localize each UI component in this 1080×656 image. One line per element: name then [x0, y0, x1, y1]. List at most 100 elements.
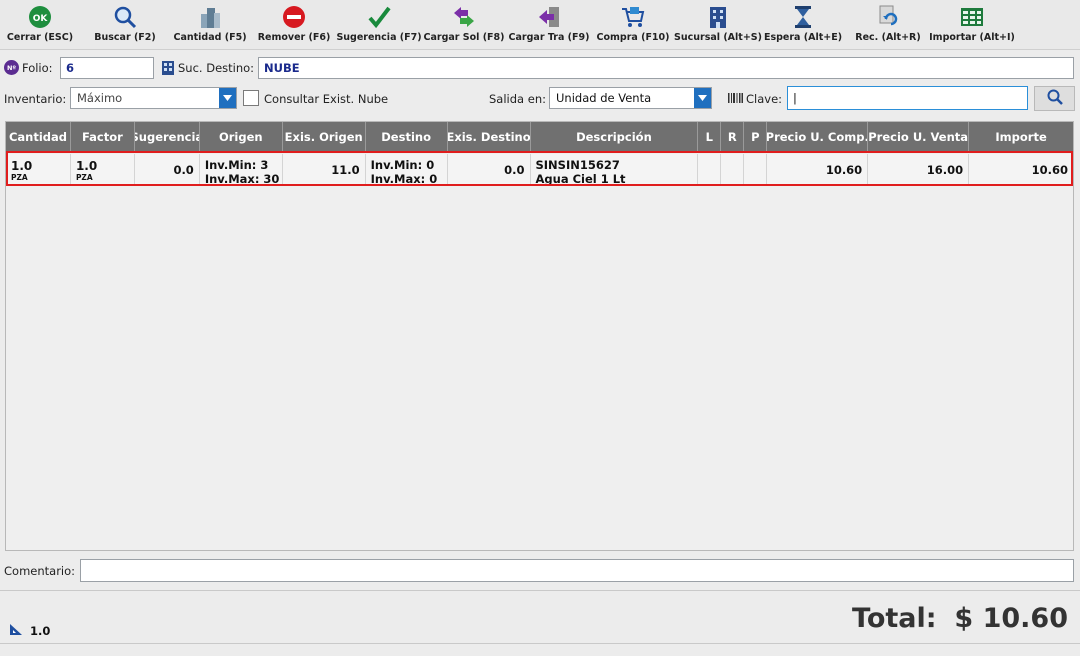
cell-exis-origen[interactable]: 11.0: [283, 154, 366, 186]
total-value: $ 10.60: [954, 603, 1068, 634]
barcode-icon: [728, 93, 743, 106]
cell-destino[interactable]: Inv.Min: 0 Inv.Max: 0: [366, 154, 448, 186]
ruler-triangle-icon: [9, 623, 23, 639]
chevron-down-icon[interactable]: [219, 88, 236, 108]
origen-min: Inv.Min: 3: [204, 158, 269, 172]
consultar-checkbox[interactable]: [243, 90, 259, 106]
branch-button-label: Sucursal (Alt+S): [674, 32, 762, 43]
cell-origen[interactable]: Inv.Min: 3 Inv.Max: 30: [200, 154, 283, 186]
clave-search-button[interactable]: [1034, 86, 1075, 111]
total-label: Total:: [852, 603, 937, 634]
check-icon: [366, 4, 392, 30]
search-button-label: Buscar (F2): [94, 32, 156, 43]
search-button[interactable]: Buscar (F2): [94, 4, 156, 48]
column-header[interactable]: Precio U. Venta: [868, 122, 970, 152]
search-icon: [112, 4, 138, 30]
item-count: 1.0: [30, 624, 51, 638]
table-header: Cantidad Factor Sugerencia Origen Exis. …: [6, 122, 1073, 152]
column-header[interactable]: Destino: [366, 122, 448, 152]
column-header[interactable]: Exis. Origen: [283, 122, 366, 152]
cell-exis-destino[interactable]: 0.0: [448, 154, 531, 186]
inventario-select-value: Máximo: [77, 91, 123, 105]
remove-button[interactable]: Remover (F6): [258, 4, 330, 48]
rec-button[interactable]: Rec. (Alt+R): [855, 4, 921, 48]
suc-destino-label: Suc. Destino:: [178, 61, 255, 75]
door-arrow-icon: [536, 4, 562, 30]
chevron-down-icon[interactable]: [694, 88, 711, 108]
destino-min: Inv.Min: 0: [370, 158, 435, 172]
consultar-label: Consultar Exist. Nube: [264, 92, 389, 106]
svg-text:OK: OK: [33, 14, 49, 24]
branch-small-icon: [161, 60, 175, 78]
table-row[interactable]: 1.0 PZA 1.0 PZA 0.0 Inv.Min: 3 Inv.Max: …: [6, 154, 1073, 186]
cell-sugerencia[interactable]: 0.0: [135, 154, 200, 186]
comentario-input[interactable]: [80, 559, 1074, 582]
buildings-icon: [197, 4, 223, 30]
folio-field[interactable]: 6: [60, 57, 154, 79]
building-icon: [705, 4, 731, 30]
cantidad-unit: PZA: [11, 173, 28, 182]
quantity-button-label: Cantidad (F5): [173, 32, 247, 43]
column-header[interactable]: L: [698, 122, 722, 152]
column-header[interactable]: Origen: [200, 122, 283, 152]
import-button[interactable]: Importar (Alt+I): [929, 4, 1015, 48]
load-tra-button[interactable]: Cargar Tra (F9): [508, 4, 590, 48]
close-button[interactable]: OK Cerrar (ESC): [6, 4, 74, 48]
quantity-button[interactable]: Cantidad (F5): [173, 4, 247, 48]
cell-factor[interactable]: 1.0 PZA: [71, 154, 135, 186]
factor-value: 1.0: [75, 159, 98, 173]
cell-descripcion[interactable]: SINSIN15627 Agua Ciel 1 Lt: [531, 154, 699, 186]
remove-icon: [281, 4, 307, 30]
rec-button-label: Rec. (Alt+R): [855, 32, 921, 43]
cell-r[interactable]: [721, 154, 745, 186]
cell-precio-comp[interactable]: 10.60: [767, 154, 869, 186]
clave-label: Clave:: [746, 92, 783, 106]
folio-label: Folio:: [22, 61, 53, 75]
salida-select-value: Unidad de Venta: [556, 91, 652, 105]
cell-l[interactable]: [698, 154, 722, 186]
product-description: Agua Ciel 1 Lt: [535, 172, 626, 186]
divider: [0, 643, 1080, 644]
cart-icon: [620, 4, 646, 30]
purchase-button-label: Compra (F10): [596, 32, 670, 43]
factor-unit: PZA: [75, 173, 93, 182]
folio-number-icon: Nº: [4, 60, 19, 75]
salida-select[interactable]: Unidad de Venta: [549, 87, 712, 109]
inventario-label: Inventario:: [4, 92, 67, 106]
column-header[interactable]: Precio U. Comp.: [767, 122, 869, 152]
column-header[interactable]: P: [744, 122, 768, 152]
divider: [0, 590, 1080, 591]
purchase-button[interactable]: Compra (F10): [596, 4, 670, 48]
suggestion-button[interactable]: Sugerencia (F7): [336, 4, 422, 48]
column-header[interactable]: Factor: [71, 122, 135, 152]
cell-cantidad[interactable]: 1.0 PZA: [6, 154, 71, 186]
cell-importe[interactable]: 10.60: [969, 154, 1073, 186]
wait-button-label: Espera (Alt+E): [763, 32, 843, 43]
wait-button[interactable]: Espera (Alt+E): [763, 4, 843, 48]
branch-button[interactable]: Sucursal (Alt+S): [674, 4, 762, 48]
product-code: SINSIN15627: [535, 158, 620, 172]
load-sol-button-label: Cargar Sol (F8): [423, 32, 505, 43]
remove-button-label: Remover (F6): [257, 32, 331, 43]
column-header[interactable]: Sugerencia: [135, 122, 200, 152]
load-sol-button[interactable]: Cargar Sol (F8): [424, 4, 505, 48]
destino-max: Inv.Max: 0: [370, 172, 438, 186]
hourglass-icon: [790, 4, 816, 30]
close-button-label: Cerrar (ESC): [6, 32, 74, 43]
cell-precio-venta[interactable]: 16.00: [868, 154, 970, 186]
products-table: Cantidad Factor Sugerencia Origen Exis. …: [5, 121, 1074, 551]
column-header[interactable]: Cantidad: [6, 122, 71, 152]
cell-p[interactable]: [744, 154, 768, 186]
suc-destino-field[interactable]: NUBE: [258, 57, 1074, 79]
origen-max: Inv.Max: 30: [204, 172, 280, 186]
document-undo-icon: [875, 4, 901, 30]
ok-icon: OK: [27, 4, 53, 30]
suggestion-button-label: Sugerencia (F7): [336, 32, 422, 43]
column-header[interactable]: Descripción: [531, 122, 699, 152]
clave-input[interactable]: |: [787, 86, 1028, 110]
load-tra-button-label: Cargar Tra (F9): [508, 32, 590, 43]
column-header[interactable]: Exis. Destino: [448, 122, 531, 152]
column-header[interactable]: R: [721, 122, 745, 152]
inventario-select[interactable]: Máximo: [70, 87, 237, 109]
column-header[interactable]: Importe: [969, 122, 1073, 152]
